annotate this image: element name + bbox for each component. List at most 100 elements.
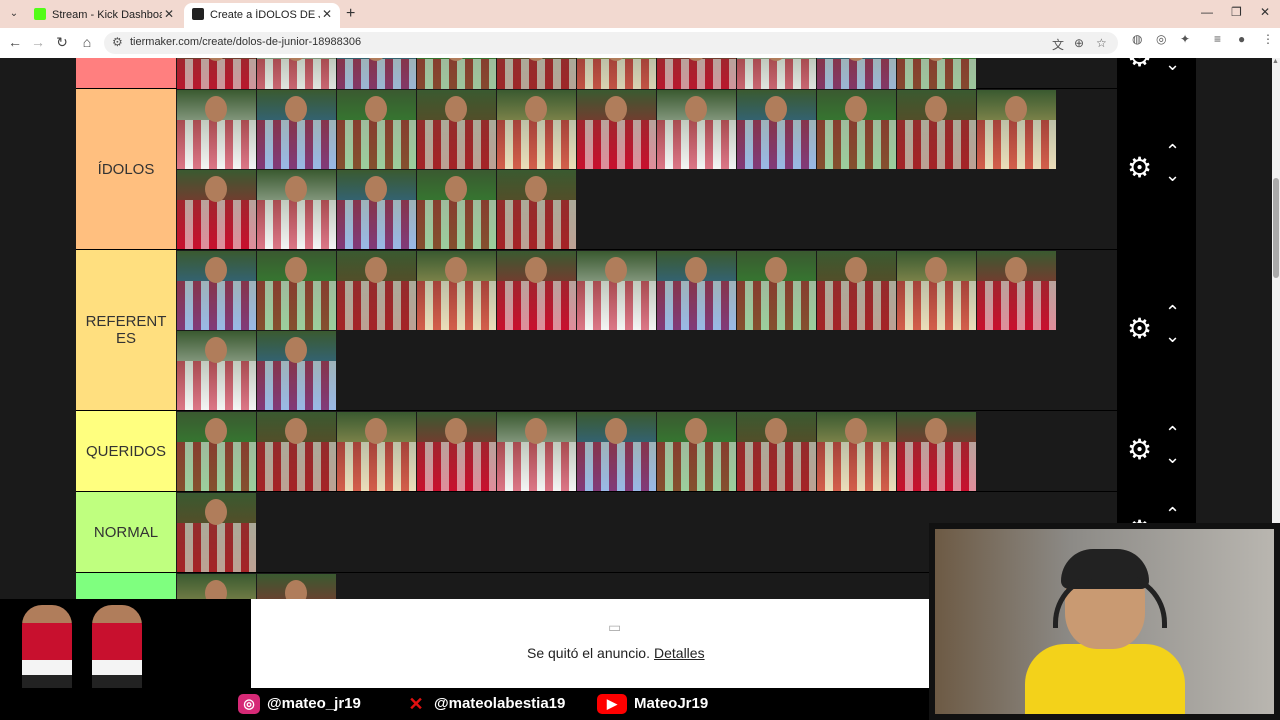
player-card[interactable] [337, 90, 416, 169]
tab-kick-dashboard[interactable]: Stream - Kick Dashboard ✕ [26, 3, 182, 28]
tier-row: ÍDOLOS ⚙ ⌃ ⌄ [76, 89, 1196, 251]
bookmark-star-icon[interactable]: ☆ [1096, 36, 1107, 50]
tier-label[interactable]: ÍDOLOS [76, 89, 176, 249]
player-card[interactable] [177, 90, 256, 169]
extension-icon[interactable]: ◎ [1156, 32, 1166, 46]
tier-label[interactable]: QUERIDOS [76, 411, 176, 491]
tiermaker-favicon-icon [192, 8, 204, 20]
zoom-icon[interactable]: ⊕ [1074, 36, 1084, 50]
jersey [257, 120, 336, 169]
player-card[interactable] [897, 90, 976, 169]
ad-details-link[interactable]: Detalles [654, 645, 705, 661]
chevron-down-icon[interactable]: ⌄ [1165, 165, 1180, 186]
jersey [897, 281, 976, 330]
jersey [497, 442, 576, 491]
player-card[interactable] [417, 251, 496, 330]
close-tab-icon[interactable]: ✕ [164, 7, 174, 21]
player-card[interactable] [497, 251, 576, 330]
jersey [817, 281, 896, 330]
player-card[interactable] [737, 90, 816, 169]
jersey [737, 442, 816, 491]
tier-label[interactable] [76, 58, 176, 88]
player-card[interactable] [897, 412, 976, 491]
player-card[interactable] [977, 90, 1056, 169]
tier-label[interactable]: REFERENTES [76, 250, 176, 410]
player-card[interactable] [977, 251, 1056, 330]
player-card[interactable] [417, 170, 496, 249]
scroll-up-icon[interactable]: ▲ [1272, 58, 1279, 65]
player-card[interactable] [657, 412, 736, 491]
forward-icon[interactable]: → [29, 34, 47, 50]
close-window-icon[interactable]: ✕ [1260, 5, 1270, 19]
gear-icon[interactable]: ⚙ [1127, 312, 1152, 345]
tab-search-icon[interactable]: ⌄ [6, 6, 22, 22]
player-card[interactable] [657, 90, 736, 169]
address-bar[interactable]: ⚙ tiermaker.com/create/dolos-de-junior-1… [104, 32, 1118, 54]
player-card[interactable] [577, 412, 656, 491]
player-card[interactable] [337, 412, 416, 491]
gear-icon[interactable]: ⚙ [1127, 58, 1152, 73]
jersey [897, 120, 976, 169]
player-card[interactable] [817, 90, 896, 169]
extensions-puzzle-icon[interactable]: ✦ [1180, 32, 1190, 46]
jersey [577, 281, 656, 330]
home-icon[interactable]: ⌂ [78, 34, 96, 50]
player-card[interactable] [497, 90, 576, 169]
back-icon[interactable]: ← [6, 34, 24, 50]
player-card[interactable] [177, 331, 256, 410]
player-card[interactable] [817, 251, 896, 330]
chevron-up-icon[interactable]: ⌃ [1165, 302, 1180, 323]
player-card[interactable] [257, 412, 336, 491]
chevron-down-icon[interactable]: ⌄ [1165, 447, 1180, 468]
player-head [765, 418, 787, 444]
player-card[interactable] [257, 90, 336, 169]
player-card[interactable] [177, 251, 256, 330]
scroll-thumb[interactable] [1273, 178, 1279, 278]
player-card[interactable] [337, 251, 416, 330]
player-card[interactable] [577, 90, 656, 169]
extension-icon[interactable]: ◍ [1132, 32, 1142, 46]
streamer [1025, 549, 1185, 714]
tab-tiermaker[interactable]: Create a ÍDOLOS DE JUNIOR Ti ✕ [184, 3, 340, 28]
chevron-down-icon[interactable]: ⌄ [1165, 58, 1180, 75]
player-card[interactable] [177, 493, 256, 572]
chevron-up-icon[interactable]: ⌃ [1165, 504, 1180, 525]
player-card[interactable] [177, 412, 256, 491]
reading-list-icon[interactable]: ≡ [1214, 32, 1221, 46]
site-info-icon[interactable]: ⚙ [112, 35, 123, 49]
player-card[interactable] [257, 251, 336, 330]
translate-icon[interactable]: 文 [1052, 36, 1064, 53]
player-card[interactable] [737, 412, 816, 491]
gear-icon[interactable]: ⚙ [1127, 433, 1152, 466]
player-card[interactable] [897, 251, 976, 330]
player-card[interactable] [577, 251, 656, 330]
player-card[interactable] [497, 170, 576, 249]
menu-icon[interactable]: ⋮ [1262, 32, 1274, 46]
restore-icon[interactable]: ❐ [1231, 5, 1242, 19]
tier-label[interactable]: NORMAL [76, 492, 176, 572]
minimize-icon[interactable]: — [1201, 5, 1213, 19]
player-card[interactable] [417, 90, 496, 169]
close-tab-icon[interactable]: ✕ [322, 7, 332, 21]
profile-avatar-icon[interactable]: ● [1238, 32, 1245, 46]
gear-icon[interactable]: ⚙ [1127, 151, 1152, 184]
player-card[interactable] [497, 412, 576, 491]
player-card[interactable] [257, 331, 336, 410]
player-card[interactable] [737, 251, 816, 330]
jersey [257, 442, 336, 491]
player-head [205, 337, 227, 363]
chevron-down-icon[interactable]: ⌄ [1165, 326, 1180, 347]
chevron-up-icon[interactable]: ⌃ [1165, 423, 1180, 444]
player-card[interactable] [257, 170, 336, 249]
player-head [205, 257, 227, 283]
player-card[interactable] [417, 412, 496, 491]
player-card[interactable] [337, 170, 416, 249]
player-card[interactable] [177, 170, 256, 249]
reload-icon[interactable]: ↻ [53, 34, 71, 51]
new-tab-button[interactable]: + [346, 5, 355, 23]
player-card[interactable] [657, 251, 736, 330]
player-card[interactable] [817, 412, 896, 491]
jersey [897, 442, 976, 491]
player-head [285, 337, 307, 363]
chevron-up-icon[interactable]: ⌃ [1165, 141, 1180, 162]
